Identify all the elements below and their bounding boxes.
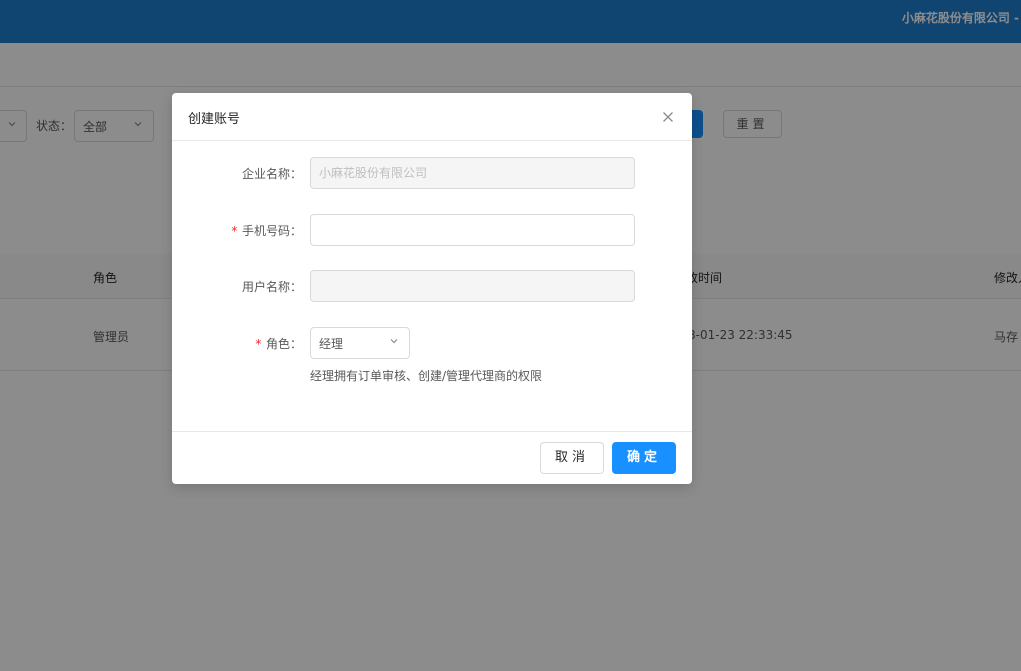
modal-header: 创建账号: [172, 93, 692, 141]
required-mark: *: [230, 224, 238, 238]
phone-input[interactable]: [310, 214, 635, 246]
modal-title: 创建账号: [188, 112, 241, 127]
required-mark: *: [254, 337, 262, 351]
chevron-down-icon: [389, 336, 399, 349]
username-input: [310, 270, 635, 302]
role-select[interactable]: 经理: [310, 327, 410, 359]
role-help-text: 经理拥有订单审核、创建/管理代理商的权限: [310, 369, 543, 383]
close-icon[interactable]: [658, 107, 678, 127]
modal-footer: 取消 确定: [172, 431, 692, 484]
phone-label-text: 手机号码：: [241, 224, 302, 238]
role-label-text: 角色：: [265, 337, 302, 351]
ok-button[interactable]: 确定: [612, 442, 676, 474]
page: 小麻花股份有限公司 - 状态： 全部 重置 角色 改时间 修改人 管理员 8-0…: [0, 0, 1021, 671]
cancel-button[interactable]: 取消: [540, 442, 604, 474]
company-name-input: 小麻花股份有限公司: [310, 157, 635, 189]
phone-label: * 手机号码：: [231, 222, 302, 239]
create-account-modal: 创建账号 企业名称： 小麻花股份有限公司 * 手机号码： 用户名称： * 角色： 经…: [172, 93, 692, 484]
username-label: 用户名称：: [241, 280, 302, 294]
company-name-label: 企业名称：: [241, 167, 302, 181]
role-select-value: 经理: [319, 337, 344, 351]
role-label: * 角色：: [255, 335, 302, 352]
